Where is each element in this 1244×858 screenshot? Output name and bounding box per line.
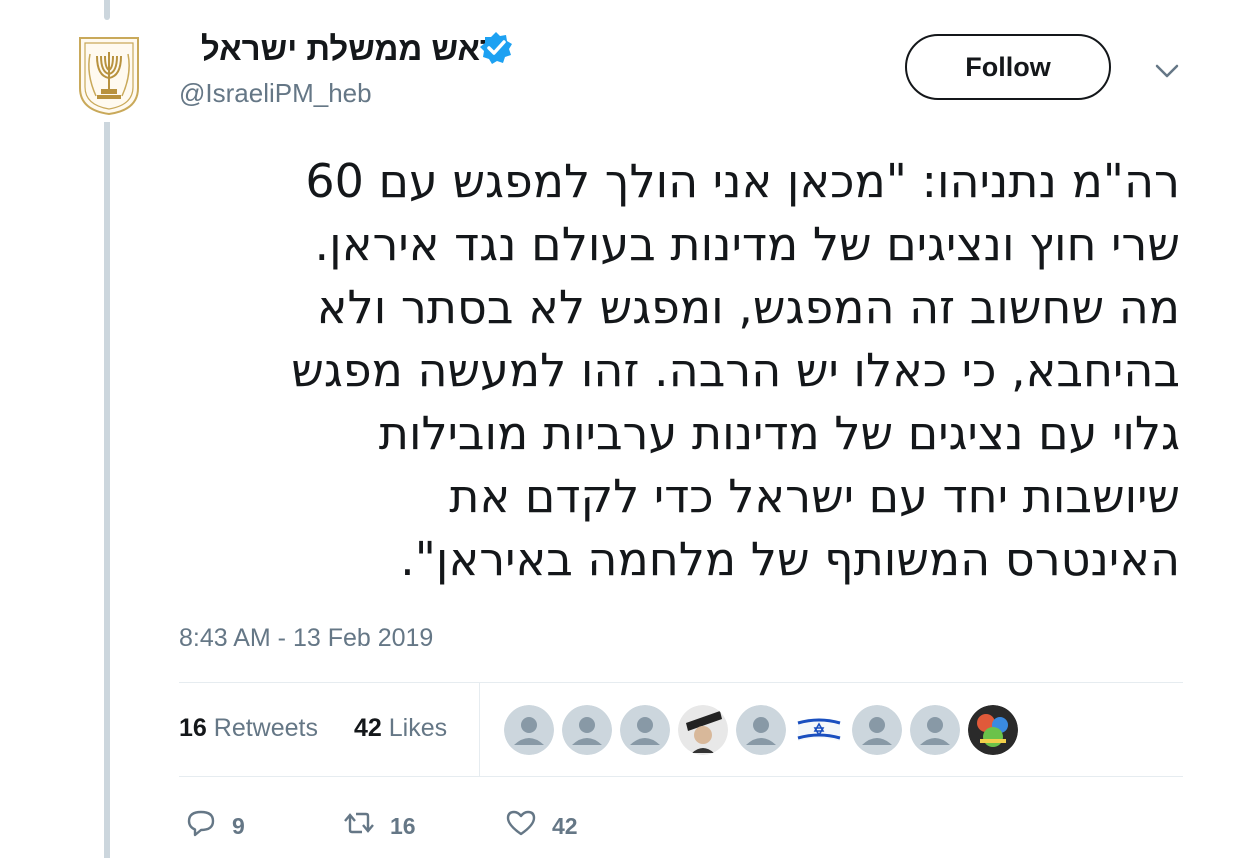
retweets-stat[interactable]: 16 Retweets (179, 714, 318, 743)
liker-avatar[interactable] (620, 705, 670, 755)
tweet-timestamp[interactable]: 8:43 AM - 13 Feb 2019 (179, 624, 433, 653)
like-action[interactable]: 42 (504, 806, 578, 846)
author-name[interactable]: ראש ממשלת ישראל (201, 30, 499, 68)
liker-avatar[interactable] (968, 705, 1018, 755)
tweet-text-line: גלוי עם נציגים של מדינות ערביות מובילות (378, 406, 1180, 460)
likes-label: Likes (388, 714, 448, 742)
retweets-label: Retweets (213, 714, 318, 742)
tweet-text-line: בהיחבא, כי כאלו יש הרבה. זהו למעשה מפגש (291, 343, 1180, 397)
verified-badge-icon (478, 30, 514, 66)
reply-icon[interactable] (184, 806, 218, 846)
stats-divider (479, 683, 480, 776)
heart-icon[interactable] (504, 806, 538, 846)
tweet-text-line: שרי חוץ ונציגים של מדינות בעולם נגד אירא… (314, 217, 1180, 271)
liker-avatar[interactable] (504, 705, 554, 755)
retweets-count: 16 (179, 714, 207, 742)
likes-stat[interactable]: 42 Likes (354, 714, 447, 743)
avatar[interactable] (76, 34, 142, 116)
reply-action[interactable]: 9 (184, 806, 245, 846)
tweet-text-line: שיושבות יחד עם ישראל כדי לקדם את (449, 469, 1180, 523)
author-handle[interactable]: @IsraeliPM_heb (179, 78, 372, 109)
like-count: 42 (552, 812, 578, 839)
reply-count: 9 (232, 812, 245, 839)
liker-avatar[interactable] (678, 705, 728, 755)
liker-avatar[interactable] (852, 705, 902, 755)
chevron-down-icon[interactable] (1154, 58, 1180, 84)
tweet-text-line: מה שחשוב זה המפגש, ומפגש לא בסתר ולא (316, 280, 1180, 334)
likes-count: 42 (354, 714, 382, 742)
tweet-text-line: רה"מ נתניהו: "מכאן אני הולך למפגש עם 60 (305, 154, 1180, 208)
follow-button[interactable]: Follow (905, 34, 1111, 100)
retweet-action[interactable]: 16 (342, 806, 416, 846)
tweet-text: רה"מ נתניהו: "מכאן אני הולך למפגש עם 60 … (150, 150, 1180, 591)
retweet-count: 16 (390, 812, 416, 839)
divider (179, 682, 1183, 683)
thread-line (104, 122, 110, 858)
liker-avatar[interactable] (910, 705, 960, 755)
liker-avatar[interactable] (562, 705, 612, 755)
liker-avatar[interactable] (736, 705, 786, 755)
liker-avatars (504, 705, 1018, 755)
liker-avatar[interactable] (794, 705, 844, 755)
thread-line-top (104, 0, 110, 20)
divider (179, 776, 1183, 777)
tweet-text-line: האינטרס המשותף של מלחמה באיראן". (400, 532, 1180, 586)
retweet-icon[interactable] (342, 806, 376, 846)
